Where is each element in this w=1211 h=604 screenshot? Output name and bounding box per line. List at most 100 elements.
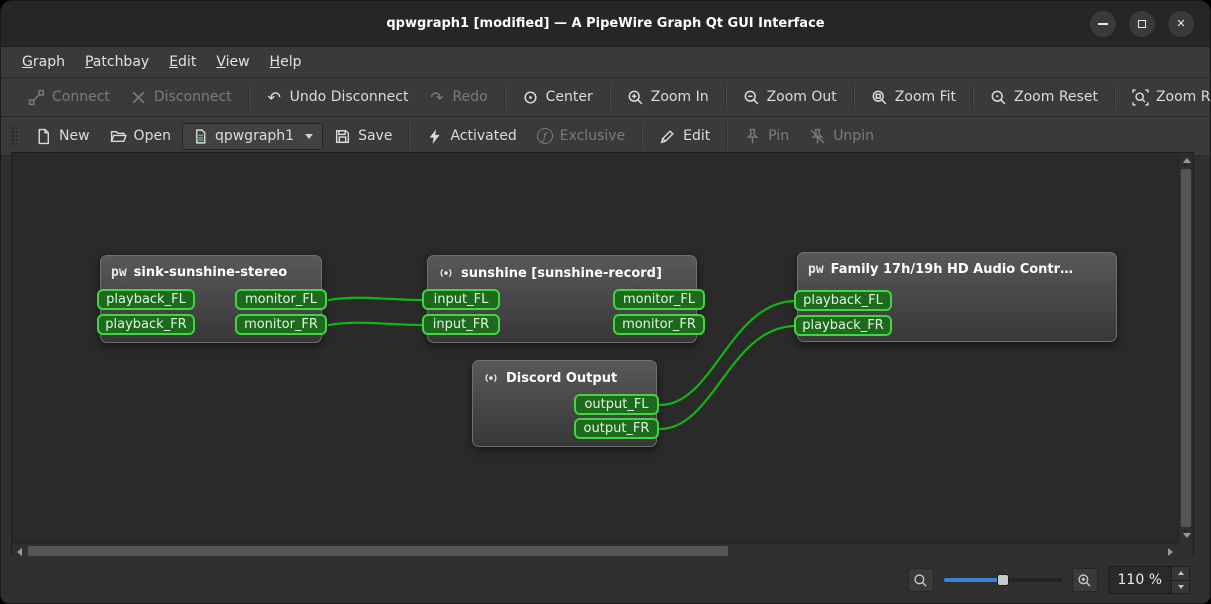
- edit-button[interactable]: Edit: [650, 122, 719, 151]
- menu-graph[interactable]: Graph: [13, 51, 74, 73]
- chevron-down-icon: [1177, 584, 1184, 589]
- scroll-up-arrow[interactable]: [1183, 158, 1191, 163]
- menu-patchbay[interactable]: Patchbay: [76, 51, 158, 73]
- scrollbar-corner: [1178, 543, 1193, 558]
- zoom-slider[interactable]: [943, 570, 1062, 590]
- zoom-fit-button[interactable]: Zoom Fit: [862, 83, 965, 112]
- vertical-scrollbar[interactable]: [1178, 153, 1193, 543]
- zoom-range-icon: [1132, 88, 1149, 106]
- node-title: sunshine [sunshine-record]: [461, 265, 662, 281]
- zoom-in-icon: [627, 89, 644, 106]
- toolbar-separator: [408, 124, 411, 148]
- chevron-down-icon: [305, 133, 314, 139]
- toolbar-separator: [1113, 85, 1116, 109]
- zoom-spinbox[interactable]: 110 %: [1107, 566, 1190, 594]
- disconnect-button[interactable]: Disconnect: [121, 83, 241, 112]
- save-button[interactable]: Save: [325, 122, 401, 151]
- redo-button[interactable]: ↷ Redo: [419, 83, 496, 112]
- port-output-fl[interactable]: output_FL: [574, 394, 659, 415]
- magnifier-icon: [914, 573, 927, 587]
- zoom-out-button[interactable]: Zoom Out: [734, 83, 846, 112]
- connect-button[interactable]: Connect: [19, 83, 119, 112]
- exclusive-toggle[interactable]: ƒ Exclusive: [528, 122, 634, 150]
- toolbar-drag-handle[interactable]: [10, 125, 17, 147]
- new-button[interactable]: New: [26, 122, 99, 151]
- port-input-fl[interactable]: input_FL: [422, 289, 500, 310]
- port-output-fr[interactable]: output_FR: [574, 418, 659, 439]
- zoom-in-status-button[interactable]: [1071, 568, 1098, 592]
- horizontal-scrollbar[interactable]: [12, 543, 1178, 558]
- toolbar-separator: [724, 85, 727, 109]
- graph-toolbar: Connect Disconnect ↶ Undo Disconnect ↷ R…: [1, 78, 1210, 117]
- statusbar: 110 %: [1, 557, 1210, 603]
- monitor-icon: [483, 370, 499, 386]
- close-button[interactable]: ✕: [1168, 10, 1194, 37]
- pin-icon: [744, 128, 761, 145]
- new-file-icon: [35, 128, 52, 145]
- patchbay-toolbar: New Open qpwgraph1 Save Activated ƒ Excl…: [1, 117, 1210, 156]
- open-folder-icon: [110, 128, 127, 145]
- pipewire-icon: pw: [111, 265, 127, 280]
- pin-button[interactable]: Pin: [735, 122, 798, 151]
- graph-canvas-frame: pw sink-sunshine-stereo sunshine [sunshi…: [11, 152, 1194, 559]
- zoom-spin-down-button[interactable]: [1172, 580, 1189, 593]
- minimize-icon: [1098, 22, 1108, 25]
- zoom-in-button[interactable]: Zoom In: [618, 83, 718, 112]
- chevron-up-icon: [1177, 571, 1184, 576]
- maximize-button[interactable]: [1129, 10, 1155, 37]
- port-playback-fl[interactable]: playback_FL: [97, 289, 195, 310]
- menu-view[interactable]: View: [207, 51, 258, 73]
- pipewire-icon: pw: [808, 262, 824, 277]
- minimize-button[interactable]: [1090, 10, 1116, 37]
- activated-toggle[interactable]: Activated: [417, 122, 525, 151]
- unpin-button[interactable]: Unpin: [800, 122, 883, 151]
- port-monitor-fl[interactable]: monitor_FL: [235, 289, 327, 310]
- monitor-icon: [438, 265, 454, 281]
- unpin-icon: [809, 128, 826, 145]
- zoom-spin-up-button[interactable]: [1172, 567, 1189, 581]
- toolbar-separator: [641, 124, 644, 148]
- port-playback-fl[interactable]: playback_FL: [794, 290, 892, 311]
- port-monitor-fr[interactable]: monitor_FR: [613, 314, 705, 335]
- menu-help[interactable]: Help: [261, 51, 311, 73]
- zoom-slider-fill: [943, 578, 1002, 582]
- zoom-range-button[interactable]: Zoom Range: [1123, 83, 1210, 112]
- undo-icon: ↶: [267, 87, 281, 107]
- horizontal-scroll-thumb[interactable]: [28, 546, 728, 556]
- toolbar-separator: [852, 85, 855, 109]
- magnifier-plus-icon: [1078, 573, 1091, 587]
- disconnect-icon: [130, 89, 147, 106]
- port-monitor-fl[interactable]: monitor_FL: [613, 289, 705, 310]
- scroll-down-arrow[interactable]: [1183, 533, 1191, 538]
- port-input-fr[interactable]: input_FR: [422, 314, 500, 335]
- menu-edit[interactable]: Edit: [160, 51, 205, 73]
- port-playback-fr[interactable]: playback_FR: [97, 314, 195, 335]
- connection-layer: [327, 296, 798, 431]
- scroll-left-arrow[interactable]: [17, 548, 22, 556]
- titlebar: qpwgraph1 [modified] — A PipeWire Graph …: [1, 1, 1210, 47]
- scroll-right-arrow[interactable]: [1168, 548, 1173, 556]
- patchbay-combobox[interactable]: qpwgraph1: [181, 122, 324, 150]
- zoom-out-status-button[interactable]: [907, 568, 934, 592]
- toolbar-separator: [972, 85, 975, 109]
- connect-icon: [28, 89, 45, 106]
- vertical-scroll-thumb[interactable]: [1181, 169, 1191, 527]
- zoom-slider-handle[interactable]: [996, 574, 1009, 586]
- maximize-icon: [1138, 19, 1146, 28]
- zoom-reset-button[interactable]: Zoom Reset: [981, 83, 1107, 112]
- open-button[interactable]: Open: [101, 122, 180, 151]
- port-monitor-fr[interactable]: monitor_FR: [235, 314, 327, 335]
- zoom-fit-icon: [871, 89, 888, 106]
- port-playback-fr[interactable]: playback_FR: [794, 315, 892, 336]
- app-window: qpwgraph1 [modified] — A PipeWire Graph …: [0, 0, 1211, 604]
- pencil-icon: [659, 128, 676, 145]
- node-title: Discord Output: [506, 370, 618, 386]
- undo-disconnect-button[interactable]: ↶ Undo Disconnect: [257, 83, 418, 112]
- menubar: Graph Patchbay Edit View Help: [1, 47, 1210, 78]
- connection-monitorFL-inputFL: [327, 296, 424, 302]
- patchbay-combobox-value: qpwgraph1: [214, 128, 295, 144]
- center-button[interactable]: Center: [513, 83, 602, 112]
- save-icon: [334, 128, 351, 145]
- graph-canvas[interactable]: pw sink-sunshine-stereo sunshine [sunshi…: [12, 153, 1178, 543]
- window-controls: ✕: [1090, 1, 1194, 46]
